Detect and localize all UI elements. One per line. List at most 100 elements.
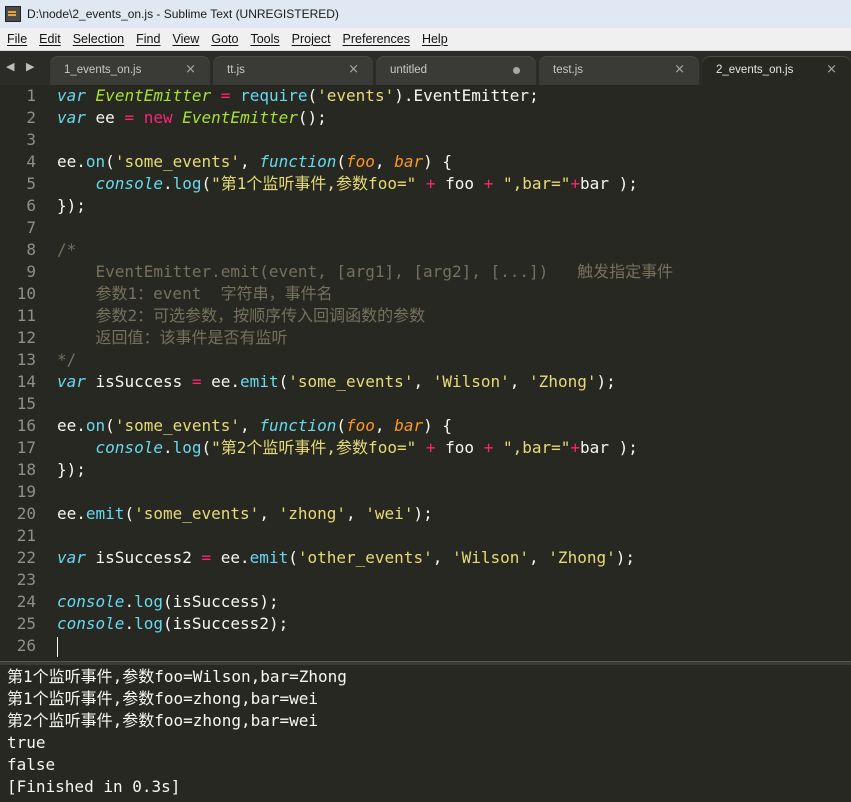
code-line[interactable]: }); [57,195,86,217]
code-token: log [134,592,163,611]
code-token: ).EventEmitter; [394,86,539,105]
menu-item-view[interactable]: View [166,32,205,46]
menu-item-goto[interactable]: Goto [205,32,244,46]
code-token: + [425,174,436,193]
tab-nav-arrows-icon[interactable]: ◀ ▶ [6,60,38,73]
code-token: 返回值：该事件是否有监听 [57,328,288,347]
code-token: bar ); [580,438,638,457]
code-token: isSuccess2 [85,548,202,567]
line-number: 11 [16,306,36,325]
code-token: , [432,548,452,567]
code-token: + [570,174,581,193]
code-line[interactable]: console.log(isSuccess); [57,591,279,613]
code-line[interactable]: /* [57,239,76,261]
code-token: 'zhong' [278,504,347,523]
code-token: log [172,438,202,457]
line-number: 3 [26,130,36,149]
code-token: }); [57,460,86,479]
code-token: . [124,592,135,611]
code-line[interactable]: console.log("第2个监听事件,参数foo=" + foo + ",b… [57,437,638,459]
line-number: 17 [16,438,36,457]
code-line[interactable]: var ee = new EventEmitter(); [57,107,327,129]
menu-item-help[interactable]: Help [416,32,454,46]
line-number: 6 [26,196,36,215]
close-tab-icon[interactable]: × [674,62,685,77]
code-token: (isSuccess); [162,592,279,611]
line-number: 22 [16,548,36,567]
tab-1-events-on-js[interactable]: 1_events_on.js × [50,56,210,85]
unsaved-dot-icon[interactable] [513,67,520,74]
text-cursor [57,637,58,657]
close-tab-icon[interactable]: × [348,62,359,77]
code-token: ( [201,174,212,193]
close-tab-icon[interactable]: × [826,62,837,77]
tab-label: test.js [553,64,584,76]
code-token: EventEmitter [182,108,298,127]
code-token: ee. [211,548,250,567]
code-token: = [220,86,231,105]
line-number-gutter: 1 2 3 4 5 6 7 8 9 10 11 12 13 14 15 16 17 18 19 20 21 22 23 24 2… [0,85,44,661]
code-line[interactable]: 参数1：event 字符串，事件名 [57,283,333,305]
code-token: , [509,372,530,391]
code-line[interactable]: console.log("第1个监听事件,参数foo=" + foo + ",b… [57,173,638,195]
output-line: [Finished in 0.3s] [7,777,181,796]
code-token: + [570,438,581,457]
code-token: ( [288,548,298,567]
code-token: . [162,174,173,193]
code-token: 'some_events' [114,152,241,171]
code-token: console [57,592,125,611]
menu-bar: File Edit Selection Find View Goto Tools Projec… [0,28,851,51]
code-line[interactable]: EventEmitter.emit(event, [arg1], [arg2],… [57,261,674,283]
tab-test-js[interactable]: test.js × [539,56,699,85]
code-line[interactable]: ee.emit('some_events', 'zhong', 'wei'); [57,503,433,525]
menu-item-project[interactable]: Project [286,32,337,46]
code-token: ee. [57,504,86,523]
code-token: var [57,108,86,127]
tab-label: tt.js [227,64,245,76]
tab-untitled[interactable]: untitled [376,56,536,85]
code-line[interactable]: var EventEmitter = require('events').Eve… [57,85,539,107]
code-line[interactable]: ee.on('some_events', function(foo, bar) … [57,415,452,437]
code-line[interactable]: 参数2：可选参数，按顺序传入回调函数的参数 [57,305,426,327]
menu-item-find[interactable]: Find [130,32,166,46]
code-token: 'some_events' [288,372,414,391]
build-output-panel: 第1个监听事件,参数foo=Wilson,bar=Zhong 第1个监听事件,参数… [0,665,851,802]
code-token: ( [124,504,135,523]
code-token: log [134,614,163,633]
code-token: ); [596,372,616,391]
code-line[interactable]: }); [57,459,86,481]
code-line[interactable]: console.log(isSuccess2); [57,613,288,635]
code-token: var [57,86,86,105]
code-line[interactable]: 返回值：该事件是否有监听 [57,327,288,349]
code-token: 参数1：event 字符串，事件名 [57,284,333,303]
output-line: 第2个监听事件,参数foo=zhong,bar=wei [7,711,319,730]
menu-item-tools[interactable]: Tools [244,32,285,46]
code-line[interactable]: */ [57,349,76,371]
code-token: ) { [423,416,452,435]
code-token: 'Wilson' [432,372,510,391]
code-token: , [240,152,260,171]
code-token: bar [394,152,424,171]
tab-tt-js[interactable]: tt.js × [213,56,373,85]
tab-bar: ◀ ▶ 1_events_on.js × tt.js × untitled test.js… [0,51,851,85]
close-tab-icon[interactable]: × [185,62,196,77]
code-editor[interactable]: 1 2 3 4 5 6 7 8 9 10 11 12 13 14 15 16 17 18 19 20 21 22 23 24 2… [0,85,851,661]
code-token: ( [307,86,318,105]
menu-item-edit[interactable]: Edit [33,32,67,46]
code-line[interactable]: ee.on('some_events', function(foo, bar) … [57,151,452,173]
menu-item-selection[interactable]: Selection [67,32,130,46]
menu-item-file[interactable]: File [0,32,33,46]
code-line[interactable]: var isSuccess2 = ee.emit('other_events',… [57,547,635,569]
code-line[interactable]: var isSuccess = ee.emit('some_events', '… [57,371,616,393]
tab-2-events-on-js[interactable]: 2_events_on.js × [702,56,851,85]
menu-item-preferences[interactable]: Preferences [337,32,416,46]
code-token: 'events' [317,86,395,105]
code-token: "第1个监听事件,参数foo=" [211,174,417,193]
code-token: (); [297,108,327,127]
code-token: ); [615,548,635,567]
